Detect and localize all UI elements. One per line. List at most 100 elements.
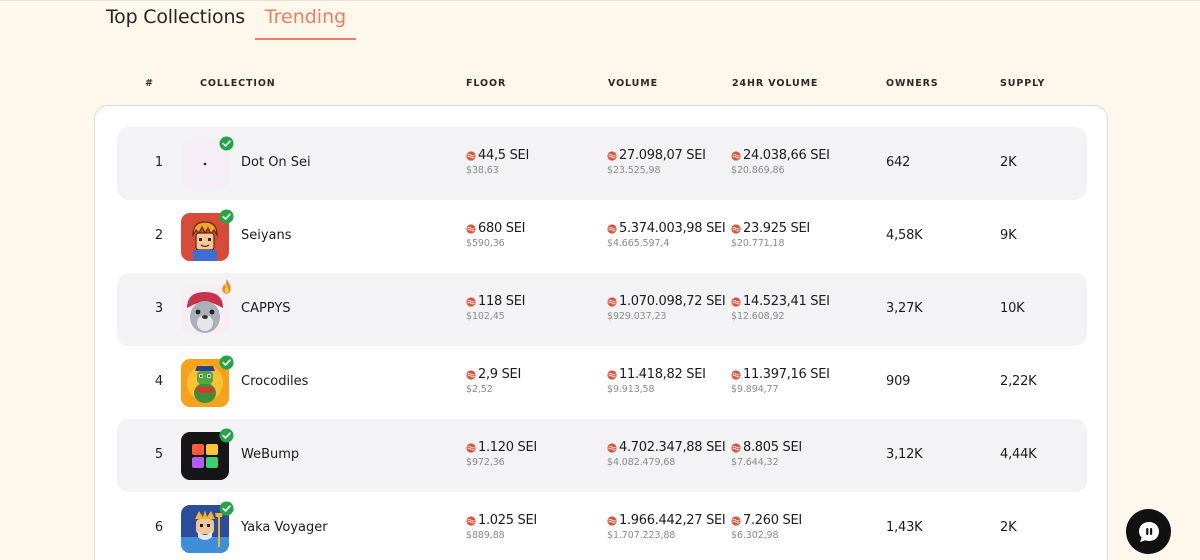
collection-name[interactable]: Seiyans [241, 228, 292, 243]
floor-usd: $102,45 [466, 311, 505, 322]
owners-value: 1,43K [886, 520, 923, 535]
table-row[interactable]: 6 Yaka Voyager 1.025 SEI $889,88 1.966.4… [117, 492, 1087, 560]
volume-24h-usd: $12.608,92 [731, 311, 785, 322]
volume-24h-value: 7.260 SEI [743, 513, 802, 528]
volume-24h-value: 11.397,16 SEI [743, 367, 830, 382]
sei-icon [731, 296, 741, 307]
tab-trending[interactable]: Trending [255, 6, 356, 40]
table-row[interactable]: 5 WeBump 1.120 SEI $972,36 4.702.347,88 … [117, 419, 1087, 492]
volume-24h-cell: 23.925 SEI $20.771,18 [731, 221, 810, 249]
collection-name[interactable]: CAPPYS [241, 301, 291, 316]
verified-check-icon [219, 209, 234, 224]
row-rank: 3 [154, 301, 164, 316]
tab-top-collections[interactable]: Top Collections [106, 6, 245, 28]
sei-icon [466, 223, 476, 234]
sei-icon [731, 369, 741, 380]
volume-usd: $23.525,98 [607, 165, 661, 176]
volume-value: 4.702.347,88 SEI [619, 440, 726, 455]
supply-value: 2,22K [1000, 374, 1037, 389]
sei-icon [607, 369, 617, 380]
sei-icon [466, 369, 476, 380]
volume-24h-cell: 14.523,41 SEI $12.608,92 [731, 294, 830, 322]
floor-value: 2,9 SEI [478, 367, 522, 382]
floor-usd: $590,36 [466, 238, 505, 249]
chat-button[interactable] [1126, 509, 1171, 554]
header-24hr-volume[interactable]: 24HR VOLUME [732, 78, 818, 89]
verified-check-icon [219, 501, 234, 516]
floor-value: 1.025 SEI [478, 513, 537, 528]
floor-value: 44,5 SEI [478, 148, 529, 163]
tab-trending-label: Trending [264, 6, 347, 28]
table-row[interactable]: 4 Crocodiles 2,9 SEI $2,52 11.418,82 SEI… [117, 346, 1087, 419]
volume-24h-value: 24.038,66 SEI [743, 148, 830, 163]
sei-icon [731, 150, 741, 161]
verified-check-icon [219, 428, 234, 443]
supply-value: 2K [1000, 155, 1017, 170]
volume-24h-usd: $20.869,86 [731, 165, 785, 176]
verified-check-icon [219, 355, 234, 370]
collection-name[interactable]: Crocodiles [241, 374, 308, 389]
flame-icon [222, 279, 231, 294]
row-rank: 2 [154, 228, 164, 243]
sei-icon [607, 150, 617, 161]
verified-check-icon [219, 136, 234, 151]
volume-cell: 11.418,82 SEI $9.913,58 [607, 367, 706, 395]
volume-usd: $1.707.223,88 [607, 530, 676, 541]
owners-value: 909 [886, 374, 911, 389]
floor-cell: 118 SEI $102,45 [466, 294, 525, 322]
volume-cell: 1.966.442,27 SEI $1.707.223,88 [607, 513, 726, 541]
floor-value: 680 SEI [478, 221, 526, 236]
sei-icon [731, 515, 741, 526]
header-rank[interactable]: # [145, 78, 154, 89]
volume-24h-value: 14.523,41 SEI [743, 294, 830, 309]
sei-icon [466, 296, 476, 307]
volume-24h-cell: 7.260 SEI $6.302,98 [731, 513, 802, 541]
volume-24h-usd: $7.644,32 [731, 457, 779, 468]
sei-icon [466, 515, 476, 526]
floor-cell: 1.025 SEI $889,88 [466, 513, 537, 541]
volume-24h-cell: 8.805 SEI $7.644,32 [731, 440, 802, 468]
volume-24h-value: 8.805 SEI [743, 440, 802, 455]
table-row[interactable]: 3 CAPPYS 118 SEI $102,45 1.070.098,72 SE… [117, 273, 1087, 346]
table-row[interactable]: 1 Dot On Sei 44,5 SEI $38,63 27.098,07 S… [117, 127, 1087, 200]
volume-value: 27.098,07 SEI [619, 148, 706, 163]
owners-value: 3,12K [886, 447, 923, 462]
owners-value: 4,58K [886, 228, 923, 243]
header-supply[interactable]: SUPPLY [1000, 78, 1045, 89]
table-row[interactable]: 2 Seiyans 680 SEI $590,36 5.374.003,98 S… [117, 200, 1087, 273]
header-floor[interactable]: FLOOR [466, 78, 506, 89]
row-rank: 5 [154, 447, 164, 462]
owners-value: 642 [886, 155, 911, 170]
supply-value: 2K [1000, 520, 1017, 535]
table-header: # COLLECTION FLOOR VOLUME 24HR VOLUME OW… [0, 78, 1200, 90]
collections-table: 1 Dot On Sei 44,5 SEI $38,63 27.098,07 S… [94, 105, 1108, 560]
volume-cell: 1.070.098,72 SEI $929.037,23 [607, 294, 726, 322]
volume-value: 11.418,82 SEI [619, 367, 706, 382]
header-volume[interactable]: VOLUME [608, 78, 658, 89]
floor-usd: $972,36 [466, 457, 505, 468]
floor-usd: $38,63 [466, 165, 499, 176]
volume-24h-usd: $6.302,98 [731, 530, 779, 541]
volume-usd: $4.082.479,68 [607, 457, 676, 468]
volume-cell: 4.702.347,88 SEI $4.082.479,68 [607, 440, 726, 468]
volume-24h-usd: $9.894,77 [731, 384, 779, 395]
volume-cell: 5.374.003,98 SEI $4.665.597,4 [607, 221, 726, 249]
active-tab-underline [255, 38, 356, 40]
floor-value: 1.120 SEI [478, 440, 537, 455]
supply-value: 10K [1000, 301, 1025, 316]
volume-24h-cell: 24.038,66 SEI $20.869,86 [731, 148, 830, 176]
collection-name[interactable]: Yaka Voyager [241, 520, 328, 535]
volume-24h-cell: 11.397,16 SEI $9.894,77 [731, 367, 830, 395]
row-rank: 4 [154, 374, 164, 389]
sei-icon [466, 442, 476, 453]
floor-cell: 44,5 SEI $38,63 [466, 148, 529, 176]
sei-icon [731, 442, 741, 453]
sei-icon [607, 515, 617, 526]
sei-icon [731, 223, 741, 234]
header-collection[interactable]: COLLECTION [200, 78, 276, 89]
volume-24h-usd: $20.771,18 [731, 238, 785, 249]
volume-value: 1.966.442,27 SEI [619, 513, 726, 528]
collection-name[interactable]: Dot On Sei [241, 155, 311, 170]
collection-name[interactable]: WeBump [241, 447, 299, 462]
header-owners[interactable]: OWNERS [886, 78, 939, 89]
